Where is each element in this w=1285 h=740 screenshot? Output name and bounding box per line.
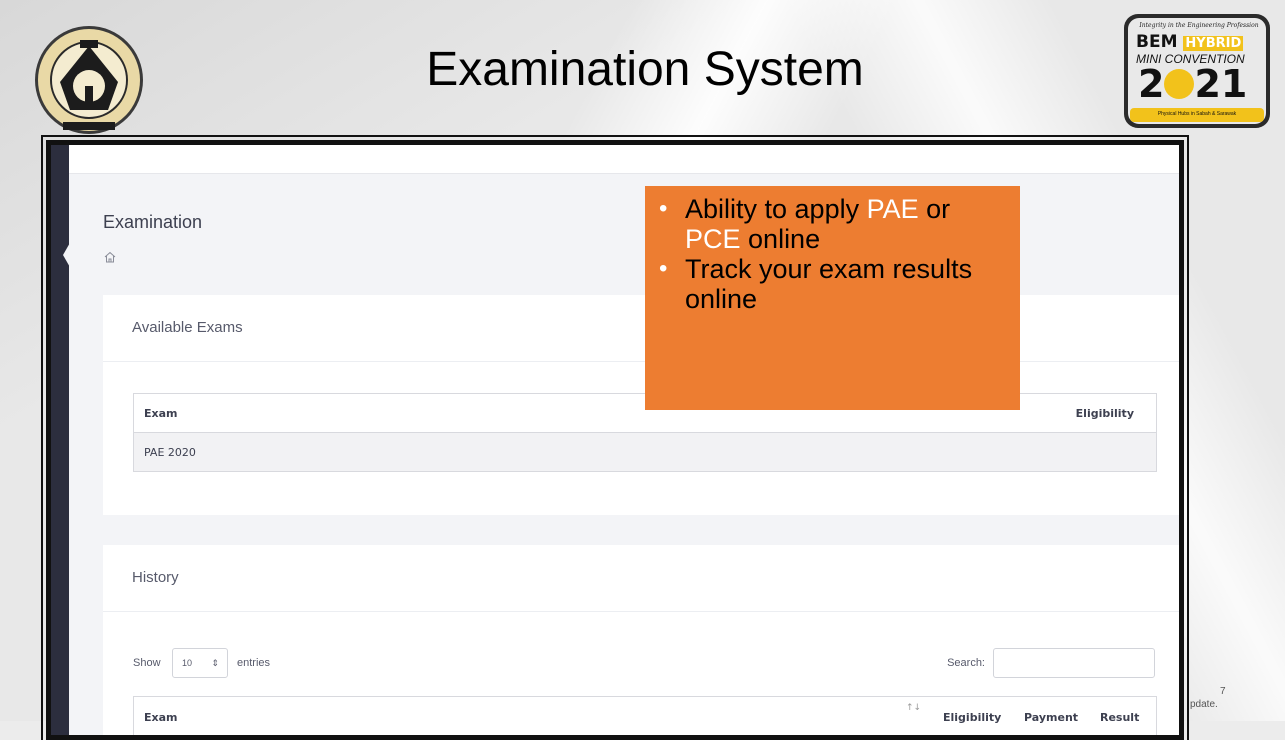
table-header-row: Exam ↑↓ Eligibility Payment Result [134,697,1156,735]
logo-bem: BEM [1136,32,1178,52]
table-controls: Show 10 ⇕ entries Search: [133,648,1155,680]
callout-bullet-track: • Track your exam results online [659,254,1010,314]
column-header-exam[interactable]: Exam [144,711,178,724]
slide-title: Examination System [426,43,864,96]
page-title: Examination [103,212,203,232]
bullet1-highlight-pce: PCE [685,224,741,254]
bullet-icon: • [659,255,668,282]
sidebar [51,145,69,735]
show-label: Show [133,657,161,669]
available-exams-title: Available Exams [132,319,243,336]
bem-convention-logo: Integrity in the Engineering Profession … [1122,12,1272,130]
column-header-eligibility: Eligibility [1075,407,1134,420]
bullet1-highlight-pae: PAE [866,194,919,224]
card-header: History [103,545,1179,612]
footnote: 7 pdate. [1190,685,1226,711]
footnote-line2: pdate. [1190,699,1218,710]
sidebar-toggle[interactable] [63,241,71,269]
feature-callout: • Ability to apply PAE or PCE online • T… [645,186,1020,410]
entries-select[interactable]: 10 ⇕ [172,648,228,678]
logo-year-a: 2 [1138,62,1165,106]
home-icon[interactable] [104,251,116,263]
bullet1-text-b: or [918,194,951,224]
logo-year-b: 21 [1194,62,1248,106]
bullet1-text-c: online [740,224,821,254]
logo-tagline: Integrity in the Engineering Profession [1139,22,1259,29]
callout-bullet-apply: • Ability to apply PAE or PCE online [659,194,1010,254]
top-bar [69,145,1179,174]
column-header-exam: Exam [144,407,178,420]
entries-value: 10 [182,658,193,668]
column-header-result[interactable]: Result [1100,711,1139,724]
search-input[interactable] [993,648,1155,678]
table-row[interactable]: PAE 2020 [134,433,1156,471]
logo-gear-icon [1164,69,1195,99]
logo-hybrid: HYBRID [1183,36,1244,51]
footnote-line1: 7 [1220,686,1226,697]
logo-subtitle: Physical Hubs in Sabah & Sarawak [1157,111,1237,117]
bullet2-text: Track your exam results online [685,254,973,314]
bullet-icon: • [659,195,668,222]
exam-cell: PAE 2020 [144,446,196,459]
lembaga-jurutera-logo [35,26,143,134]
sort-icon[interactable]: ↑↓ [906,703,921,713]
history-table: Exam ↑↓ Eligibility Payment Result [133,696,1157,735]
search-label: Search: [947,657,985,669]
column-header-payment[interactable]: Payment [1024,711,1078,724]
entries-label: entries [237,657,271,669]
bullet1-text-a: Ability to apply [685,194,867,224]
column-header-eligibility[interactable]: Eligibility [943,711,1001,724]
history-card: History Show 10 ⇕ entries Search: Exam ↑… [103,545,1179,735]
history-title: History [132,569,179,586]
select-arrows-icon: ⇕ [211,658,219,668]
